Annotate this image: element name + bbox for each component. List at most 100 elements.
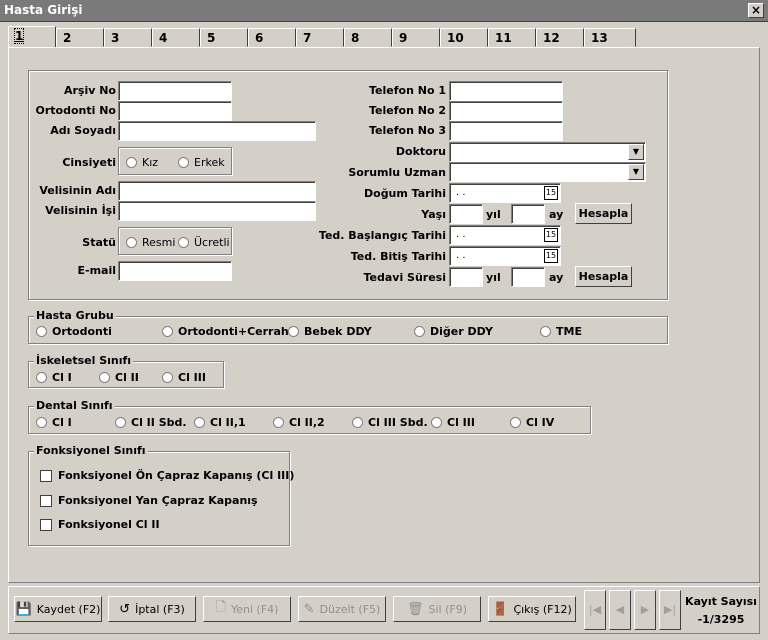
nav-first-button[interactable]: |◀ <box>584 590 606 630</box>
kaydet-button[interactable]: 💾 Kaydet (F2) <box>14 596 102 622</box>
calendar-icon[interactable]: 15 <box>544 228 558 242</box>
cinsiyeti-label: Cinsiyeti <box>62 156 116 169</box>
fonksiyonel-title: Fonksiyonel Sınıfı <box>34 444 148 457</box>
hesapla-age-button[interactable]: Hesapla <box>575 203 632 224</box>
status-ucretli-radio[interactable]: Ücretli <box>178 236 230 249</box>
radio-icon <box>431 417 442 428</box>
sorumlu-uzman-label: Sorumlu Uzman <box>348 166 446 179</box>
sil-button[interactable]: 🗑 Sil (F9) <box>393 596 481 622</box>
hasta-grubu-bebek-radio[interactable]: Bebek DDY <box>288 325 372 338</box>
status-resmi-radio[interactable]: Resmi <box>126 236 175 249</box>
tab-12[interactable]: 12 <box>536 28 584 47</box>
nav-last-button[interactable]: ▶| <box>659 590 681 630</box>
tab-5[interactable]: 5 <box>200 28 248 47</box>
ted-bitis-label: Ted. Bitiş Tarihi <box>350 250 446 263</box>
cikis-button[interactable]: 🚪 Çıkış (F12) <box>488 596 576 622</box>
hesapla-duration-button[interactable]: Hesapla <box>575 266 632 287</box>
undo-icon: ↺ <box>119 601 131 617</box>
hasta-grubu-cerrahi-radio[interactable]: Ortodonti+Cerrahi <box>162 325 293 338</box>
tab-2[interactable]: 2 <box>56 28 104 47</box>
tab-3[interactable]: 3 <box>104 28 152 47</box>
iptal-button[interactable]: ↺ İptal (F3) <box>108 596 196 622</box>
email-input[interactable] <box>118 261 232 281</box>
record-count-label: Kayıt Sayısı <box>685 595 757 608</box>
yasi-ay-input[interactable] <box>511 204 545 224</box>
dental-title: Dental Sınıfı <box>34 399 115 412</box>
chevron-down-icon[interactable]: ▼ <box>628 164 644 180</box>
radio-icon <box>273 417 284 428</box>
radio-icon <box>178 237 189 248</box>
fonksiyonel-cl2-checkbox[interactable]: Fonksiyonel Cl II <box>40 518 160 531</box>
nav-prev-button[interactable]: ◀ <box>609 590 631 630</box>
velisinin-adi-input[interactable] <box>118 181 316 201</box>
close-button[interactable]: × <box>748 3 764 18</box>
iskeletsel-cl3-radio[interactable]: Cl III <box>162 371 206 384</box>
tedavi-yil-input[interactable] <box>449 267 483 287</box>
ted-baslangic-input[interactable]: . . 15 <box>449 225 561 245</box>
dental-cl22-radio[interactable]: Cl II,2 <box>273 416 325 429</box>
iskeletsel-cl1-radio[interactable]: Cl I <box>36 371 72 384</box>
record-count-value: -1/3295 <box>697 613 745 626</box>
radio-icon <box>115 417 126 428</box>
dogum-tarihi-input[interactable]: . . 15 <box>449 183 561 203</box>
calendar-icon[interactable]: 15 <box>544 249 558 263</box>
tab-11[interactable]: 11 <box>488 28 536 47</box>
tedavi-suresi-label: Tedavi Süresi <box>363 271 446 284</box>
new-document-icon: 🗋 <box>215 600 226 615</box>
hasta-grubu-ortodonti-radio[interactable]: Ortodonti <box>36 325 112 338</box>
floppy-disk-icon: 💾 <box>15 601 32 617</box>
ted-bitis-input[interactable]: . . 15 <box>449 246 561 266</box>
statu-label: Statü <box>82 236 116 249</box>
calendar-icon[interactable]: 15 <box>544 186 558 200</box>
dental-cl4-radio[interactable]: Cl IV <box>510 416 554 429</box>
yasi-yil-input[interactable] <box>449 204 483 224</box>
tab-9[interactable]: 9 <box>392 28 440 47</box>
duzelt-button[interactable]: ✎ Düzelt (F5) <box>298 596 386 622</box>
chevron-down-icon[interactable]: ▼ <box>628 144 644 160</box>
iskeletsel-cl2-radio[interactable]: Cl II <box>99 371 139 384</box>
checkbox-icon <box>40 494 52 507</box>
fonksiyonel-yan-capraz-checkbox[interactable]: Fonksiyonel Yan Çapraz Kapanış <box>40 494 258 507</box>
ay-label: ay <box>549 208 564 221</box>
tab-6[interactable]: 6 <box>248 28 296 47</box>
tab-10[interactable]: 10 <box>440 28 488 47</box>
radio-icon <box>99 372 110 383</box>
telefon1-input[interactable] <box>449 81 563 101</box>
dental-cl21-radio[interactable]: Cl II,1 <box>194 416 246 429</box>
hasta-grubu-diger-radio[interactable]: Diğer DDY <box>414 325 493 338</box>
dogum-tarihi-label: Doğum Tarihi <box>364 187 446 200</box>
fonksiyonel-on-capraz-checkbox[interactable]: Fonksiyonel Ön Çapraz Kapanış (Cl III) <box>40 469 294 482</box>
radio-icon <box>126 237 137 248</box>
tab-4[interactable]: 4 <box>152 28 200 47</box>
radio-icon <box>288 326 299 337</box>
dental-cl3sbd-radio[interactable]: Cl III Sbd. <box>352 416 428 429</box>
telefon2-input[interactable] <box>449 101 563 121</box>
tab-7[interactable]: 7 <box>296 28 344 47</box>
tab-8[interactable]: 8 <box>344 28 392 47</box>
telefon2-label: Telefon No 2 <box>369 104 446 117</box>
nav-next-button[interactable]: ▶ <box>634 590 656 630</box>
sorumlu-uzman-select[interactable]: ▼ <box>449 162 646 182</box>
gender-kiz-radio[interactable]: Kız <box>126 156 158 169</box>
tab-1[interactable]: 1 <box>8 26 56 48</box>
trash-icon: 🗑 <box>406 601 424 617</box>
arsiv-no-input[interactable] <box>118 81 232 101</box>
hasta-grubu-tme-radio[interactable]: TME <box>540 325 582 338</box>
tedavi-ay-input[interactable] <box>511 267 545 287</box>
dental-cl3-radio[interactable]: Cl III <box>431 416 475 429</box>
ortodonti-no-input[interactable] <box>118 101 232 121</box>
velisinin-isi-input[interactable] <box>118 201 316 221</box>
gender-erkek-radio[interactable]: Erkek <box>178 156 225 169</box>
hasta-grubu-title: Hasta Grubu <box>34 309 116 322</box>
checkbox-icon <box>40 469 52 482</box>
edit-icon: ✎ <box>303 601 315 617</box>
doktoru-select[interactable]: ▼ <box>449 142 646 162</box>
tab-13[interactable]: 13 <box>584 28 636 47</box>
dental-cl2sbd-radio[interactable]: Cl II Sbd. <box>115 416 187 429</box>
dental-cl1-radio[interactable]: Cl I <box>36 416 72 429</box>
adi-soyadi-input[interactable] <box>118 121 316 141</box>
radio-icon <box>162 326 173 337</box>
velisinin-isi-label: Velisinin İşi <box>45 204 116 217</box>
yeni-button[interactable]: 🗋 Yeni (F4) <box>203 596 291 622</box>
telefon3-input[interactable] <box>449 121 563 141</box>
